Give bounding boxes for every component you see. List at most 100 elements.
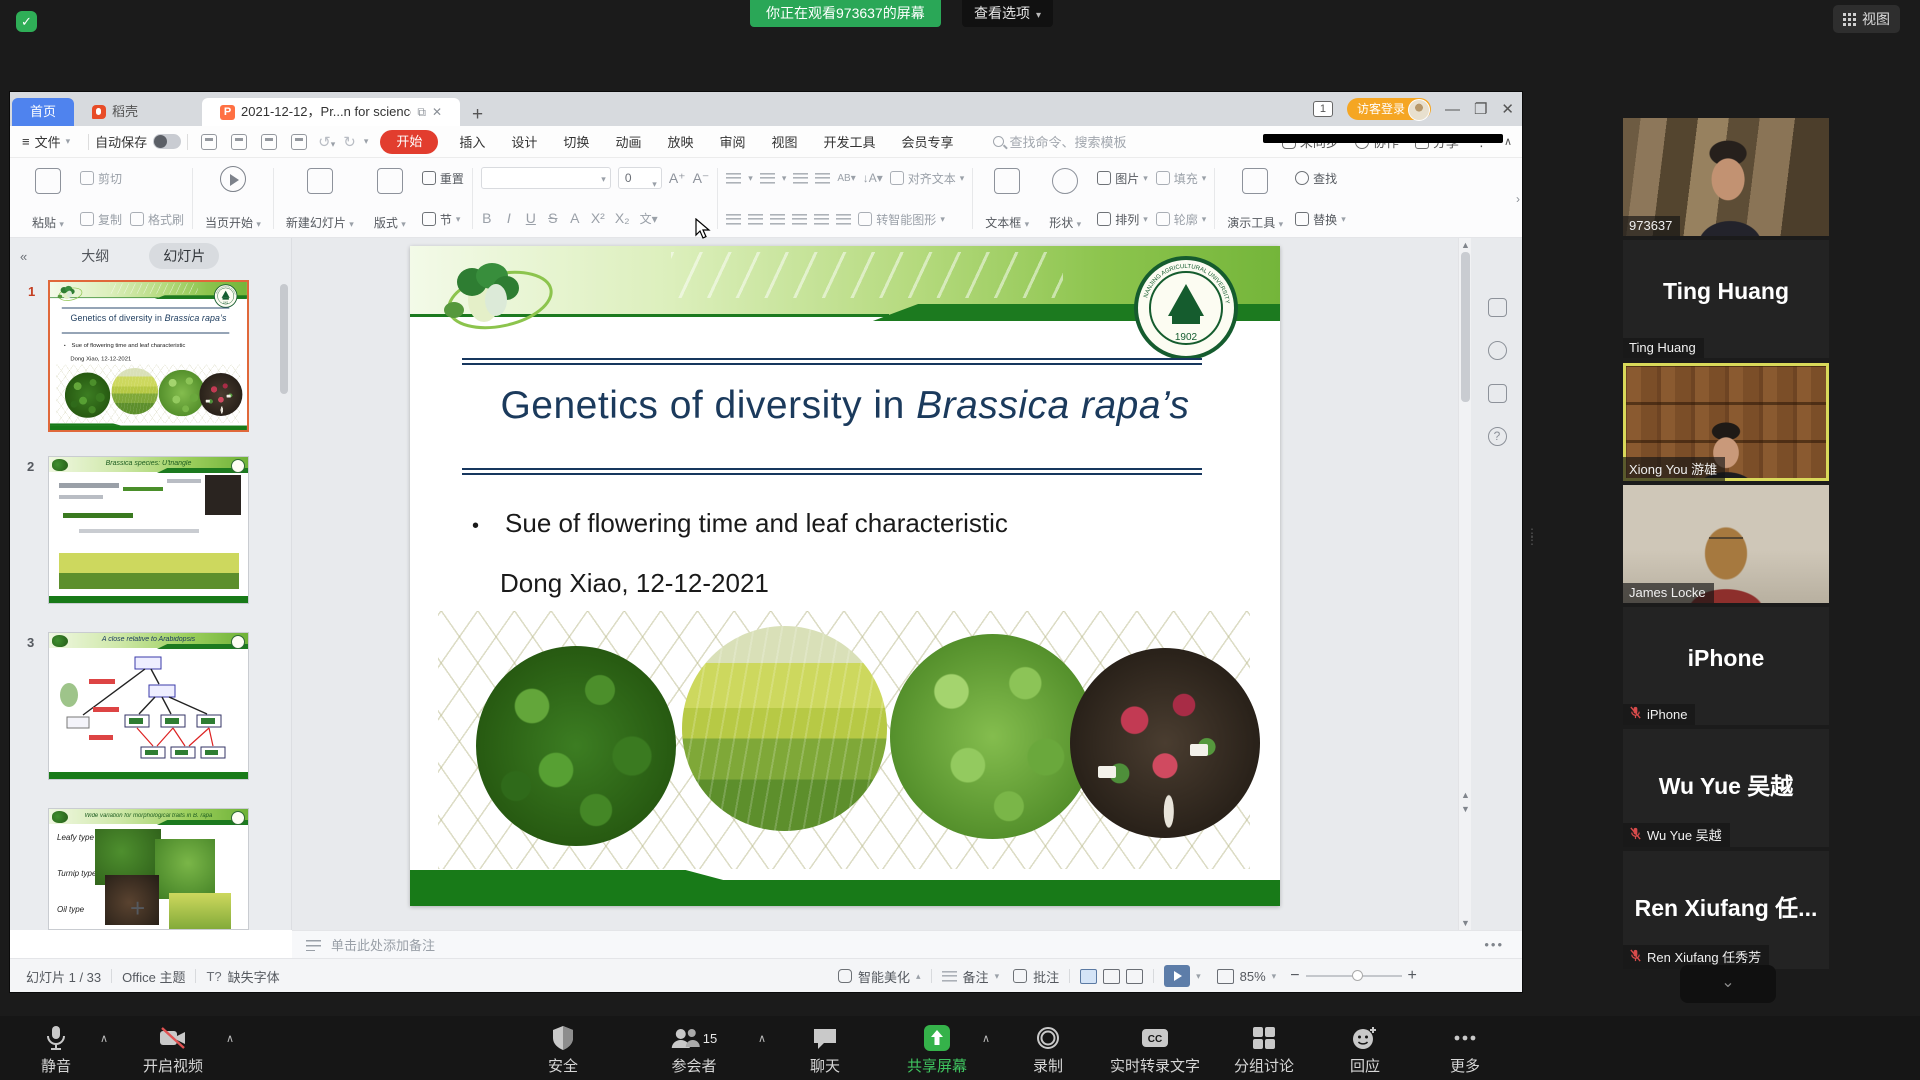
phonetic-guide-icon[interactable]: 文▾	[640, 210, 658, 227]
slide-canvas[interactable]: 1902 NANJING AGRICULTURAL UNIVERSITY Gen…	[410, 246, 1280, 906]
beautify-label[interactable]: 智能美化	[858, 967, 910, 986]
menu-tab-0[interactable]: 开始	[380, 130, 438, 154]
justify-icon[interactable]	[792, 213, 807, 226]
format-i-icon[interactable]: I	[503, 210, 515, 226]
tab-outline[interactable]: 大纲	[67, 243, 123, 269]
slide-title[interactable]: Genetics of diversity in Brassica rapa’s	[410, 384, 1280, 428]
numbered-list-icon[interactable]	[760, 172, 775, 185]
scroll-down-icon[interactable]: ▼	[1459, 918, 1472, 928]
zoom-in-icon[interactable]: +	[1408, 967, 1417, 985]
participant-tile-5[interactable]: iPhoneiPhone	[1623, 607, 1829, 725]
scroll-up-icon[interactable]: ▲	[1459, 240, 1472, 250]
menu-tab-4[interactable]: 动画	[602, 132, 654, 151]
cut-button[interactable]: 剪切	[80, 167, 122, 189]
customize-toolbar-icon[interactable]: ▾	[364, 136, 369, 147]
slide-thumbnail-4[interactable]: 4 Wide variation for morphological trait…	[48, 808, 249, 930]
shape-button[interactable]: 形状 ▾	[1041, 164, 1089, 233]
slide-thumbnail-1[interactable]: 1	[48, 280, 249, 432]
format-u-icon[interactable]: U	[525, 210, 537, 226]
zoom-slider-knob[interactable]	[1352, 970, 1363, 981]
decrease-font-icon[interactable]: A⁻	[693, 170, 710, 187]
picture-button[interactable]: 图片 ▾	[1097, 167, 1148, 189]
chat-button[interactable]: 聊天	[810, 1024, 840, 1076]
format-painter-button[interactable]: 格式刷	[130, 208, 184, 230]
fit-slide-icon[interactable]	[1217, 969, 1234, 984]
record-button[interactable]: 录制	[1033, 1024, 1063, 1076]
view-button[interactable]: 视图	[1833, 5, 1900, 33]
align-left-icon[interactable]	[726, 213, 741, 226]
new-tab-button[interactable]: +	[472, 104, 483, 126]
arrange-button[interactable]: 排列 ▾	[1097, 208, 1148, 230]
command-search[interactable]: 查找命令、搜索模板	[993, 132, 1127, 151]
reading-view-icon[interactable]	[1126, 969, 1143, 984]
participant-tile-3[interactable]: Xiong You 游雄	[1623, 363, 1829, 481]
view-options-button[interactable]: 查看选项▾	[962, 0, 1053, 27]
close-button[interactable]: ✕	[1501, 100, 1514, 118]
increase-indent-icon[interactable]	[815, 172, 830, 185]
comment-label[interactable]: 批注	[1033, 967, 1059, 986]
previous-slide-icon[interactable]: ▲	[1459, 790, 1472, 800]
notes-bar[interactable]: 单击此处添加备注 •••	[292, 930, 1522, 958]
properties-pane-icon[interactable]	[1488, 298, 1507, 317]
new-slide-button[interactable]: 新建幻灯片 ▾	[282, 164, 358, 233]
missing-font-label[interactable]: 缺失字体	[228, 967, 280, 986]
slide-thumbnail-2[interactable]: 2 Brassica species: U'triangle	[48, 456, 249, 604]
restore-button[interactable]: ❐	[1474, 100, 1487, 118]
reactions-button[interactable]: 回应	[1350, 1024, 1380, 1076]
cc-button[interactable]: CC实时转录文字	[1110, 1024, 1200, 1076]
more-button[interactable]: 更多	[1450, 1024, 1480, 1076]
increase-font-icon[interactable]: A⁺	[669, 170, 686, 187]
font-name-select[interactable]: ▾	[481, 167, 611, 189]
help-icon[interactable]: ?	[1488, 427, 1507, 446]
next-slide-icon[interactable]: ▼	[1459, 804, 1472, 814]
share-button[interactable]: 共享屏幕	[907, 1024, 967, 1076]
format-a-icon[interactable]: A	[569, 210, 581, 226]
add-slide-button[interactable]: +	[130, 893, 145, 924]
security-button[interactable]: 安全	[548, 1024, 578, 1076]
paste-button[interactable]: 粘贴 ▾	[24, 164, 72, 233]
participants-button[interactable]: 15参会者	[671, 1024, 717, 1076]
replace-button[interactable]: 替换 ▾	[1295, 208, 1346, 230]
panel-scrollbar[interactable]	[280, 284, 288, 394]
file-menu[interactable]: ≡ 文件 ▾	[10, 132, 82, 151]
align-text-button[interactable]: 对齐文本 ▾	[890, 167, 965, 189]
slide-title[interactable]: Genetics of diversity in Brassica rapa’s	[50, 313, 247, 323]
slide-bullet[interactable]: •Sue of flowering time and leaf characte…	[472, 508, 1008, 539]
undo-icon[interactable]: ↺▾	[318, 133, 335, 151]
decrease-indent-icon[interactable]	[793, 172, 808, 185]
participant-tile-6[interactable]: Wu Yue 吴越Wu Yue 吴越	[1623, 729, 1829, 847]
zoom-slider[interactable]	[1306, 975, 1402, 977]
slide-date-line[interactable]: Dong Xiao, 12-12-2021	[70, 355, 131, 362]
redo-icon[interactable]: ↻	[343, 133, 356, 151]
scrollbar-thumb[interactable]	[1461, 252, 1470, 402]
print-icon[interactable]	[261, 134, 277, 150]
line-spacing-icon[interactable]	[836, 213, 851, 226]
notes-more-icon[interactable]: •••	[1484, 937, 1504, 952]
align-right-icon[interactable]	[770, 213, 785, 226]
ribbon-expand-icon[interactable]: ›	[1516, 192, 1520, 206]
character-spacing-icon[interactable]: AB▾	[837, 167, 855, 189]
copy-button[interactable]: 复制	[80, 208, 122, 230]
find-button[interactable]: 查找	[1295, 167, 1346, 189]
tab-slides[interactable]: 幻灯片	[149, 243, 219, 269]
slide-bullet[interactable]: •Sue of flowering time and leaf characte…	[64, 341, 185, 348]
sorter-view-icon[interactable]	[1103, 969, 1120, 984]
video-options-caret[interactable]: ∧	[226, 1032, 234, 1045]
layout-button[interactable]: 版式 ▾	[366, 164, 414, 233]
slide-date-line[interactable]: Dong Xiao, 12-12-2021	[500, 568, 769, 599]
menu-tab-8[interactable]: 开发工具	[811, 132, 889, 151]
presentation-count-icon[interactable]: 1	[1313, 101, 1333, 117]
menu-tab-5[interactable]: 放映	[654, 132, 706, 151]
align-center-icon[interactable]	[748, 213, 763, 226]
participant-tile-4[interactable]: James Locke	[1623, 485, 1829, 603]
canvas-scrollbar[interactable]: ▲ ▲ ▼ ▼	[1458, 238, 1471, 930]
zoom-percent[interactable]: 85%	[1240, 969, 1266, 984]
menu-tab-1[interactable]: 插入	[446, 132, 498, 151]
play-from-current-button[interactable]: 当页开始 ▾	[201, 164, 265, 233]
text-direction-icon[interactable]: ↓A▾	[863, 167, 883, 189]
normal-view-icon[interactable]	[1080, 969, 1097, 984]
outline-button[interactable]: 轮廓 ▾	[1156, 208, 1207, 230]
participants-collapse-button[interactable]: ⌄	[1680, 965, 1776, 1003]
notes-toggle-label[interactable]: 备注	[963, 967, 989, 986]
slide-1-thumbnail-content[interactable]: 1902 NANJING AGRICULTURAL UNIVERSITY Gen…	[50, 282, 247, 430]
